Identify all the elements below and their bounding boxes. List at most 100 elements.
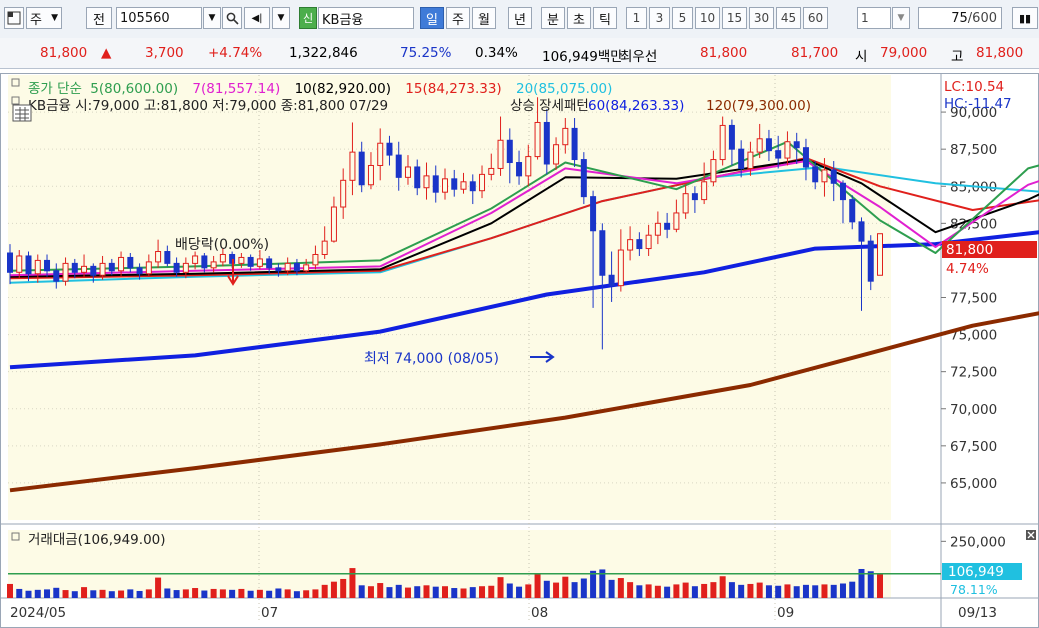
- candle-body: [516, 162, 523, 177]
- y-tick-label: 67,500: [950, 439, 997, 455]
- volume-bar: [414, 586, 421, 598]
- tab-day[interactable]: 일: [420, 7, 444, 29]
- candle-body: [765, 138, 772, 152]
- period-select[interactable]: 주 ▼: [26, 7, 62, 29]
- legend-ma-title: 종가 단순: [28, 81, 82, 97]
- candle-body: [460, 181, 467, 190]
- candle-body: [756, 138, 763, 153]
- candle-body: [664, 222, 671, 230]
- volume-bar: [367, 586, 374, 598]
- best-ask: 81,800: [700, 45, 748, 61]
- tab-year[interactable]: 년: [508, 7, 532, 29]
- candle-body: [784, 141, 791, 159]
- interval-input-value: 1: [861, 11, 869, 25]
- y-tick-label: 65,000: [950, 476, 997, 492]
- candle-body: [479, 173, 486, 192]
- chart-area[interactable]: 90,000 87,500 85,000 82,500 77,500 75,000 72,5…: [0, 69, 1039, 628]
- volume-bar: [673, 584, 680, 598]
- speaker-dropdown[interactable]: ▼: [272, 7, 290, 29]
- interval-15-label: 15: [726, 11, 743, 25]
- chevron-down-icon: ▼: [51, 13, 58, 23]
- interval-dropdown[interactable]: ▼: [892, 7, 910, 29]
- interval-15-button[interactable]: 15: [722, 7, 747, 29]
- window-icon[interactable]: [4, 7, 24, 29]
- volume-bar: [293, 591, 300, 598]
- tab-second[interactable]: 초: [567, 7, 591, 29]
- volume-bar: [691, 586, 698, 598]
- calculator-icon[interactable]: [12, 104, 32, 122]
- y-tick-label: 70,000: [950, 402, 997, 418]
- legend-ma60: 60(84,263.33): [588, 98, 684, 114]
- chevron-down-icon: ▼: [897, 13, 905, 23]
- volume-bar: [386, 587, 393, 598]
- candle-body: [691, 193, 698, 201]
- candle-body: [321, 240, 328, 255]
- search-button[interactable]: [222, 7, 242, 29]
- prev-button[interactable]: 전: [86, 7, 112, 29]
- volume-bar: [7, 583, 13, 598]
- interval-45-label: 45: [780, 11, 797, 25]
- candle-body: [164, 251, 171, 264]
- volume-bar: [506, 583, 513, 598]
- volume-bar: [340, 578, 347, 598]
- view-count-value: 75: [951, 10, 968, 26]
- interval-45-button[interactable]: 45: [776, 7, 801, 29]
- volume-bar: [432, 586, 439, 598]
- volume-bar: [784, 584, 791, 598]
- tab-month-label: 월: [478, 12, 490, 28]
- tab-month[interactable]: 월: [472, 7, 496, 29]
- speaker-button[interactable]: ◀|: [244, 7, 270, 29]
- tab-tick[interactable]: 틱: [593, 7, 617, 29]
- candle-body: [395, 154, 402, 178]
- volume-bar: [664, 586, 671, 598]
- volume-bar: [479, 586, 486, 598]
- volume-bar: [867, 571, 874, 598]
- volume-bar: [654, 585, 661, 598]
- price-chart[interactable]: 90,00087,50085,00082,50077,50075,00072,5…: [0, 69, 1039, 628]
- volume-bar: [469, 587, 476, 598]
- candle-body: [127, 256, 134, 269]
- candle-body: [155, 251, 162, 263]
- candle-body: [451, 178, 458, 190]
- tab-minute[interactable]: 분: [541, 7, 565, 29]
- price-tag-pct: 4.74%: [946, 261, 989, 277]
- tab-minute-label: 분: [547, 12, 559, 28]
- volume-bar: [534, 573, 541, 598]
- candle-body: [90, 265, 97, 276]
- chart-settings-button[interactable]: ▮▮: [1012, 7, 1038, 29]
- candle-body: [99, 262, 106, 276]
- volume-bar: [793, 586, 800, 598]
- interval-input[interactable]: 1: [857, 7, 891, 29]
- candle-body: [7, 252, 13, 273]
- volume-bar: [525, 584, 532, 598]
- volume-bar: [627, 582, 634, 598]
- interval-3-button[interactable]: 3: [649, 7, 670, 29]
- legend-ma7: 7(81,557.14): [192, 81, 280, 97]
- ratio-2: 0.34%: [475, 45, 518, 61]
- interval-10-label: 10: [699, 11, 716, 25]
- code-dropdown-button[interactable]: ▼: [203, 7, 221, 29]
- x-tick-label: 2024/05: [10, 605, 66, 621]
- interval-1-button[interactable]: 1: [626, 7, 647, 29]
- interval-30-button[interactable]: 30: [749, 7, 774, 29]
- candle-body: [793, 141, 800, 149]
- candle-body: [238, 256, 245, 264]
- volume-bar: [155, 577, 162, 598]
- open-price: 79,000: [880, 45, 928, 61]
- tab-week-label: 주: [452, 12, 464, 28]
- interval-10-button[interactable]: 10: [695, 7, 720, 29]
- candle-body: [849, 199, 856, 223]
- view-count-field[interactable]: 75/600: [918, 7, 1002, 29]
- change-percent: +4.74%: [208, 45, 263, 61]
- legend-ohlc: KB금융 시:79,000 고:81,800 저:79,000 종:81,800…: [28, 98, 388, 114]
- volume-bar: [395, 584, 402, 598]
- tab-week[interactable]: 주: [446, 7, 470, 29]
- interval-60-button[interactable]: 60: [803, 7, 828, 29]
- volume-bar: [53, 587, 60, 598]
- volume-bar: [284, 589, 291, 598]
- interval-5-button[interactable]: 5: [672, 7, 693, 29]
- ratio-1: 75.25%: [400, 45, 452, 61]
- stock-name-field[interactable]: KB금융: [318, 7, 414, 29]
- stock-code-input[interactable]: 105560: [116, 7, 202, 29]
- candle-body: [469, 181, 476, 192]
